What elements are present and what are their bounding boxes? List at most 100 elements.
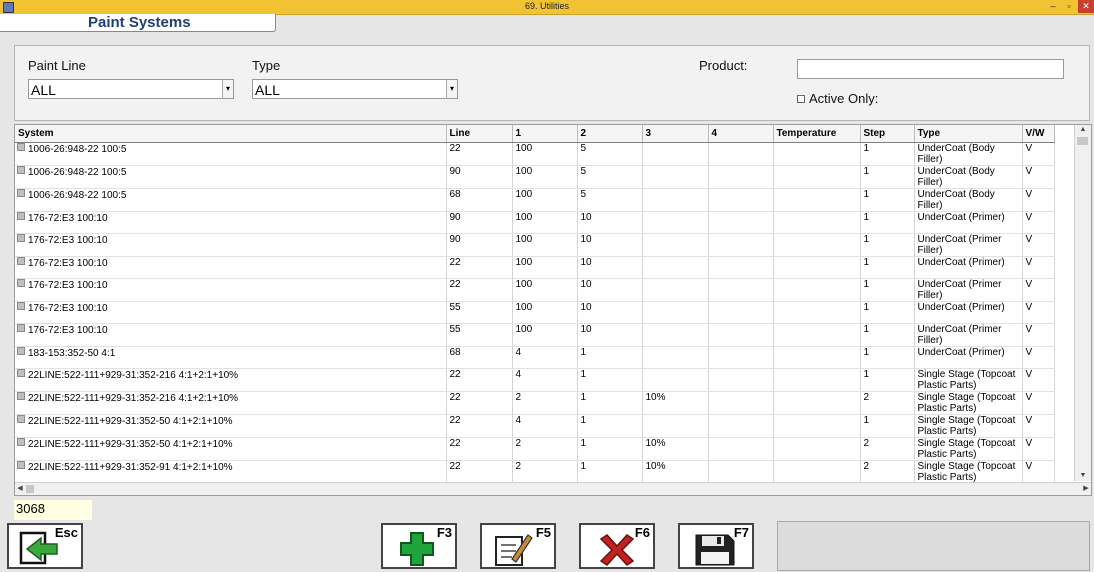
product-input[interactable] (797, 59, 1064, 79)
scroll-right-icon[interactable]: ▶ (1081, 483, 1091, 495)
table-row[interactable]: 176-72:E3 100:10 90 100 10 1 UnderCoat (Prime… (15, 233, 1055, 257)
exit-button[interactable]: Esc (7, 523, 83, 569)
tab-paint-systems[interactable]: Paint Systems (0, 14, 276, 32)
table-cell: V (1022, 256, 1055, 279)
cell-text: 10% (645, 438, 666, 449)
minimize-button[interactable]: – (1046, 0, 1060, 13)
table-cell (708, 211, 774, 234)
tab-label: Paint Systems (88, 14, 191, 31)
f6-key-label: F6 (634, 525, 650, 540)
table-cell: 22 (446, 391, 513, 415)
chevron-down-icon[interactable]: ▾ (446, 80, 457, 98)
maximize-button[interactable]: ▫ (1062, 0, 1076, 13)
table-row[interactable]: 1006-26:948-22 100:5 90 100 5 1 UnderCoat (Bo… (15, 165, 1055, 189)
table-cell (773, 437, 861, 461)
table-row[interactable]: 176-72:E3 100:10 90 100 10 1 UnderCoat (Prime… (15, 211, 1055, 234)
column-header[interactable]: Type (914, 125, 1023, 143)
scroll-up-icon[interactable]: ▲ (1075, 125, 1091, 135)
add-button[interactable]: F3 (381, 523, 457, 569)
table-row[interactable]: 176-72:E3 100:10 22 100 10 1 UnderCoat (Prime… (15, 278, 1055, 302)
table-cell (708, 165, 774, 189)
table-cell: UnderCoat (Primer) (914, 346, 1023, 369)
table-cell: 2 (860, 460, 915, 484)
cell-text: 1 (580, 438, 587, 449)
table-row[interactable]: 176-72:E3 100:10 55 100 10 1 UnderCoat (Prime… (15, 301, 1055, 324)
table-row[interactable]: 183-153:352-50 4:1 68 4 1 1 UnderCoat (Primer… (15, 346, 1055, 369)
table-row[interactable]: 22LINE:522-111+929-31:352-91 4:1+2:1+10%… (15, 460, 1055, 484)
table-cell (773, 142, 861, 166)
scroll-down-icon[interactable]: ▼ (1075, 471, 1091, 481)
column-header[interactable]: Step (860, 125, 915, 143)
table-cell (773, 233, 861, 257)
column-header[interactable]: Temperature (773, 125, 861, 143)
table-row[interactable]: 1006-26:948-22 100:5 68 100 5 1 UnderCoat (Bo… (15, 188, 1055, 212)
cell-text: 90 (449, 166, 461, 177)
cell-text: 1 (863, 257, 870, 268)
paint-line-label: Paint Line (28, 58, 86, 73)
active-only-checkbox[interactable] (797, 95, 805, 103)
scroll-thumb[interactable] (1077, 137, 1088, 145)
paint-line-select[interactable]: ALL ▾ (28, 79, 234, 99)
cell-text: 1 (863, 143, 870, 154)
column-header[interactable]: V/W (1022, 125, 1055, 143)
cell-text: 100 (515, 166, 533, 177)
type-select[interactable]: ALL ▾ (252, 79, 458, 99)
table-row[interactable]: 22LINE:522-111+929-31:352-216 4:1+2:1+10… (15, 391, 1055, 415)
table-row[interactable]: 22LINE:522-111+929-31:352-216 4:1+2:1+10… (15, 368, 1055, 392)
row-indicator-icon (17, 257, 25, 265)
table-cell: UnderCoat (Primer Filler) (914, 278, 1023, 302)
column-header[interactable]: 3 (642, 125, 709, 143)
table-cell: 2 (860, 391, 915, 415)
edit-button[interactable]: F5 (480, 523, 556, 569)
scroll-left-icon[interactable]: ◀ (15, 483, 25, 495)
cell-text: 1 (580, 347, 587, 358)
horizontal-scrollbar[interactable]: ◀ ▶ (15, 482, 1091, 495)
table-cell: 22LINE:522-111+929-31:352-91 4:1+2:1+10% (15, 460, 447, 484)
cell-text: 176-72:E3 100:10 (28, 235, 108, 246)
cell-text: 55 (449, 302, 461, 313)
column-header[interactable]: System (15, 125, 447, 143)
scroll-thumb[interactable] (26, 485, 34, 493)
cell-text: 1006-26:948-22 100:5 (28, 190, 127, 201)
table-cell (642, 368, 709, 392)
table-row[interactable]: 22LINE:522-111+929-31:352-50 4:1+2:1+10%… (15, 437, 1055, 461)
table-row[interactable]: 176-72:E3 100:10 55 100 10 1 UnderCoat (Prime… (15, 323, 1055, 347)
delete-button[interactable]: F6 (579, 523, 655, 569)
cell-text: 68 (449, 347, 461, 358)
table-cell (708, 460, 774, 484)
table-row[interactable]: 1006-26:948-22 100:5 22 100 5 1 UnderCoat (Bo… (15, 142, 1055, 166)
paint-systems-grid: System Line 1 2 3 4 Temperature Step Typ… (14, 124, 1092, 496)
column-header[interactable]: 1 (512, 125, 578, 143)
cell-text: 1 (863, 234, 870, 245)
save-button[interactable]: F7 (678, 523, 754, 569)
table-cell: V (1022, 165, 1055, 189)
row-indicator-icon (17, 461, 25, 469)
f3-key-label: F3 (436, 525, 452, 540)
cell-text: Single Stage (Topcoat Plastic Parts) (917, 392, 1016, 414)
column-header[interactable]: Line (446, 125, 513, 143)
vertical-scrollbar[interactable]: ▲ ▼ (1074, 125, 1091, 481)
table-cell: V (1022, 368, 1055, 392)
column-header[interactable]: 4 (708, 125, 774, 143)
row-indicator-icon (17, 166, 25, 174)
close-button[interactable]: ✕ (1078, 0, 1094, 13)
cell-text: 22 (449, 461, 461, 472)
cell-text: UnderCoat (Primer) (917, 347, 1005, 358)
chevron-down-icon[interactable]: ▾ (222, 80, 233, 98)
cell-text: 22 (449, 392, 461, 403)
cell-text: 1 (863, 324, 870, 335)
row-indicator-icon (17, 392, 25, 400)
row-indicator-icon (17, 212, 25, 220)
table-row[interactable]: 176-72:E3 100:10 22 100 10 1 UnderCoat (Prime… (15, 256, 1055, 279)
table-cell (642, 211, 709, 234)
cell-text: V (1025, 143, 1033, 154)
table-cell: UnderCoat (Primer) (914, 301, 1023, 324)
table-cell: 1 (577, 437, 643, 461)
row-indicator-icon (17, 143, 25, 151)
table-row[interactable]: 22LINE:522-111+929-31:352-50 4:1+2:1+10%… (15, 414, 1055, 438)
cell-text: 4 (515, 347, 522, 358)
row-indicator-icon (17, 438, 25, 446)
cell-text: 68 (449, 189, 461, 200)
column-header[interactable]: 2 (577, 125, 643, 143)
cell-text: 4 (515, 415, 522, 426)
